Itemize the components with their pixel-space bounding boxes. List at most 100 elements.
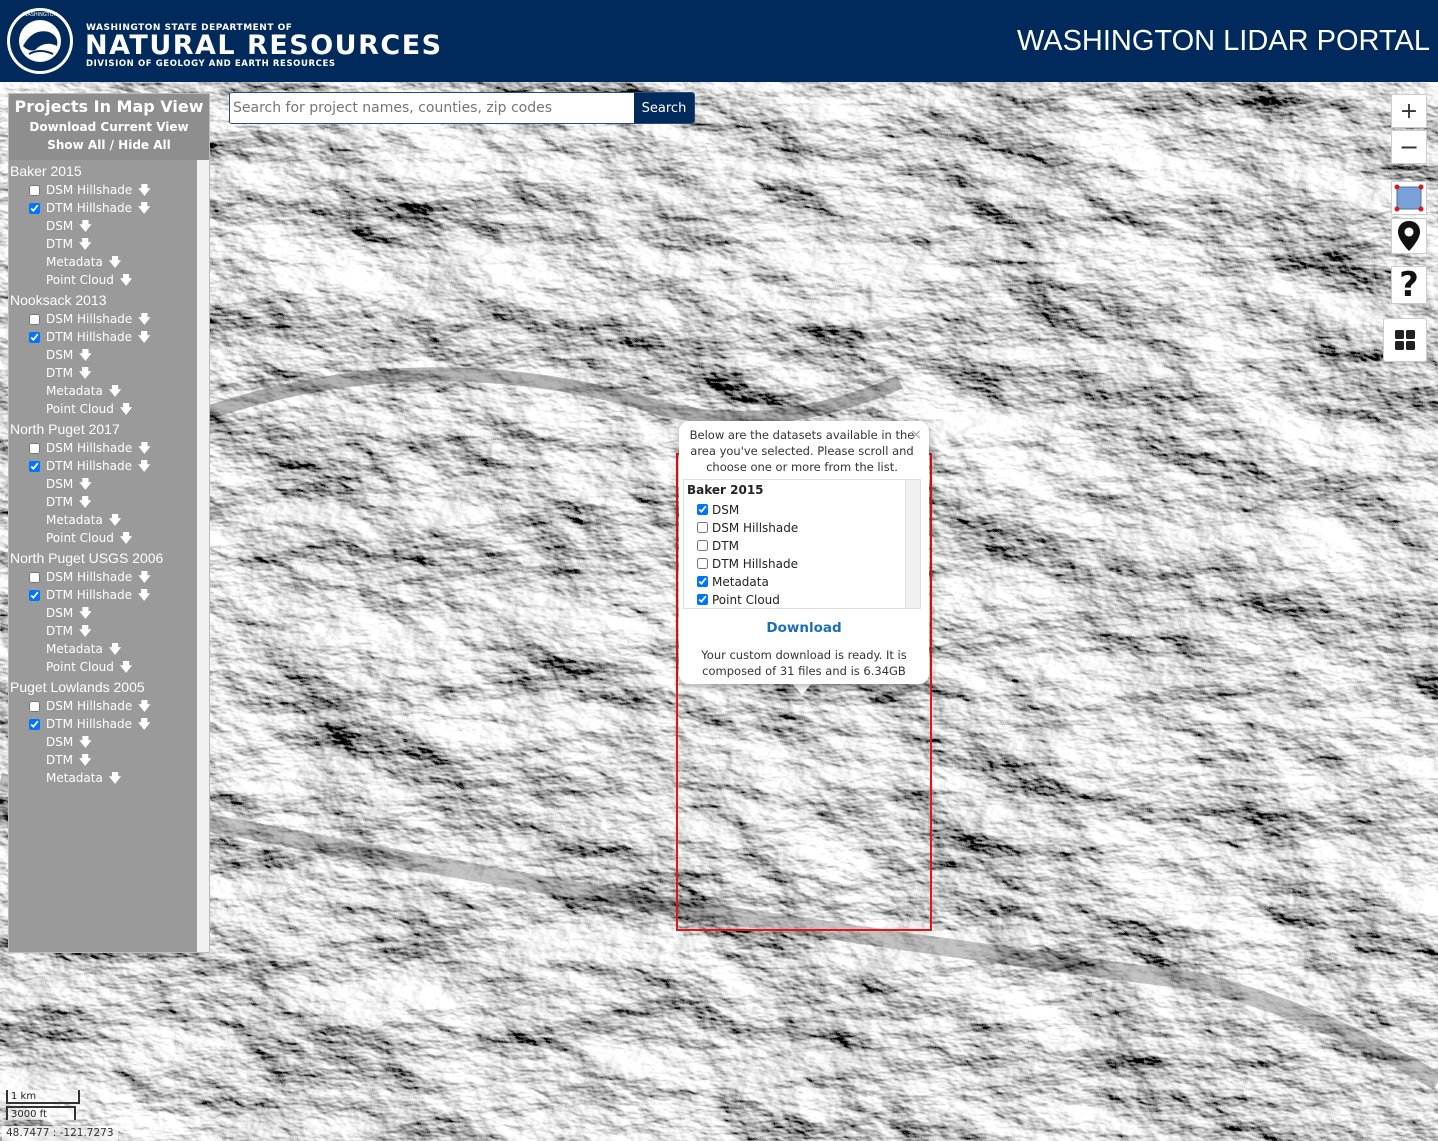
dataset-label-text: DTM [46, 495, 73, 509]
arrow-down-icon[interactable]: 🡇 [79, 217, 91, 235]
dataset-option-label: DTM Hillshade [712, 557, 798, 571]
arrow-down-icon[interactable]: 🡇 [138, 586, 150, 604]
dataset-row: DTM Hillshade 🡇 [9, 328, 197, 346]
dataset-row: DSM 🡇 [9, 346, 197, 364]
dataset-option-checkbox[interactable] [697, 576, 708, 587]
download-status-text: Your custom download is ready. It is com… [701, 648, 907, 678]
arrow-down-icon[interactable]: 🡇 [138, 715, 150, 733]
dataset-label: Metadata 🡇 [46, 253, 121, 271]
dataset-row: DSM 🡇 [9, 733, 197, 751]
arrow-down-icon[interactable]: 🡇 [138, 199, 150, 217]
dataset-row: DSM Hillshade 🡇 [9, 697, 197, 715]
dataset-row: Point Cloud 🡇 [9, 400, 197, 418]
place-marker-button[interactable] [1391, 218, 1427, 254]
dataset-label: DSM 🡇 [46, 604, 92, 622]
project-name: Puget Lowlands 2005 [10, 679, 145, 695]
popup-project-name: Baker 2015 [687, 483, 764, 497]
search-input[interactable] [230, 93, 637, 123]
dataset-row: DTM 🡇 [9, 493, 197, 511]
dataset-label-text: DSM Hillshade [46, 441, 133, 455]
arrow-down-icon[interactable]: 🡇 [120, 658, 132, 676]
dataset-row: DTM Hillshade 🡇 [9, 715, 197, 733]
layer-visibility-checkbox[interactable] [29, 572, 40, 583]
dataset-option-checkbox[interactable] [697, 522, 708, 533]
arrow-down-icon[interactable]: 🡇 [120, 529, 132, 547]
layer-visibility-checkbox[interactable] [29, 332, 40, 343]
dataset-option-label: DTM [712, 539, 739, 553]
dataset-label-text: Metadata [46, 642, 103, 656]
dataset-option-label: DSM Hillshade [712, 521, 799, 535]
layer-visibility-checkbox[interactable] [29, 185, 40, 196]
layer-visibility-checkbox[interactable] [29, 461, 40, 472]
arrow-down-icon[interactable]: 🡇 [138, 697, 150, 715]
arrow-down-icon[interactable]: 🡇 [79, 604, 91, 622]
dataset-label: DTM Hillshade 🡇 [46, 328, 150, 346]
projects-panel-title: Projects In Map View [14, 97, 204, 116]
arrow-down-icon[interactable]: 🡇 [138, 439, 150, 457]
dataset-option-checkbox[interactable] [697, 504, 708, 515]
dataset-label-text: DSM Hillshade [46, 312, 133, 326]
dataset-label-text: DTM [46, 237, 73, 251]
arrow-down-icon[interactable]: 🡇 [109, 382, 121, 400]
layer-visibility-checkbox[interactable] [29, 590, 40, 601]
arrow-down-icon[interactable]: 🡇 [109, 640, 121, 658]
dataset-row: DTM Hillshade 🡇 [9, 457, 197, 475]
download-current-view-link[interactable]: Download Current View [9, 118, 209, 136]
dnr-seal-logo[interactable]: WASHINGTON [5, 6, 75, 76]
arrow-down-icon[interactable]: 🡇 [79, 733, 91, 751]
svg-text:WASHINGTON: WASHINGTON [23, 12, 58, 18]
site-header: WASHINGTON WASHINGTON STATE DEPARTMENT O… [0, 0, 1438, 82]
dataset-option-checkbox[interactable] [697, 540, 708, 551]
dataset-row: DSM Hillshade 🡇 [9, 181, 197, 199]
dataset-row: DTM Hillshade 🡇 [9, 199, 197, 217]
dataset-label-text: DTM [46, 753, 73, 767]
draw-rectangle-button[interactable] [1391, 181, 1427, 215]
arrow-down-icon[interactable]: 🡇 [79, 346, 91, 364]
project-list-scrollbar[interactable] [197, 160, 209, 952]
arrow-down-icon[interactable]: 🡇 [109, 769, 121, 787]
dataset-list-scrollbar[interactable] [905, 480, 920, 608]
layer-visibility-checkbox[interactable] [29, 719, 40, 730]
arrow-down-icon[interactable]: 🡇 [138, 181, 150, 199]
dataset-option-checkbox[interactable] [697, 594, 708, 605]
zoom-in-button[interactable]: + [1391, 94, 1427, 128]
dataset-label: Point Cloud 🡇 [46, 271, 132, 289]
arrow-down-icon[interactable]: 🡇 [138, 310, 150, 328]
scale-bar-km: 1 km [6, 1090, 80, 1104]
layers-button[interactable] [1383, 318, 1427, 362]
project-name: North Puget 2017 [10, 421, 120, 437]
layer-visibility-checkbox[interactable] [29, 314, 40, 325]
arrow-down-icon[interactable]: 🡇 [79, 364, 91, 382]
arrow-down-icon[interactable]: 🡇 [79, 751, 91, 769]
help-button[interactable]: ? [1391, 265, 1427, 305]
dataset-label: DSM 🡇 [46, 217, 92, 235]
arrow-down-icon[interactable]: 🡇 [79, 235, 91, 253]
dataset-option-checkbox[interactable] [697, 558, 708, 569]
dataset-option-list[interactable]: Baker 2015 DSM DSM Hillshade DTM DTM Hillsh… [683, 479, 921, 609]
layer-visibility-checkbox[interactable] [29, 701, 40, 712]
search-button[interactable]: Search [634, 93, 694, 123]
dataset-label-text: DSM [46, 348, 74, 362]
arrow-down-icon[interactable]: 🡇 [79, 622, 91, 640]
dataset-label-text: DSM [46, 477, 74, 491]
download-button[interactable]: Download [679, 620, 929, 636]
project-list[interactable]: Baker 2015 DSM Hillshade 🡇 DTM Hillshade 🡇 DS… [9, 160, 197, 952]
arrow-down-icon[interactable]: 🡇 [120, 400, 132, 418]
dataset-row: DTM 🡇 [9, 364, 197, 382]
arrow-down-icon[interactable]: 🡇 [79, 475, 91, 493]
arrow-down-icon[interactable]: 🡇 [138, 457, 150, 475]
dataset-row: Point Cloud 🡇 [9, 658, 197, 676]
arrow-down-icon[interactable]: 🡇 [138, 328, 150, 346]
layer-visibility-checkbox[interactable] [29, 443, 40, 454]
arrow-down-icon[interactable]: 🡇 [109, 253, 121, 271]
show-hide-all-link[interactable]: Show All / Hide All [9, 136, 209, 154]
arrow-down-icon[interactable]: 🡇 [138, 568, 150, 586]
arrow-down-icon[interactable]: 🡇 [120, 271, 132, 289]
dataset-option-label: DSM [712, 503, 740, 517]
layer-visibility-checkbox[interactable] [29, 203, 40, 214]
arrow-down-icon[interactable]: 🡇 [109, 511, 121, 529]
zoom-out-button[interactable]: − [1391, 130, 1427, 164]
dataset-label-text: DTM Hillshade [46, 588, 132, 602]
dataset-label-text: Metadata [46, 255, 103, 269]
arrow-down-icon[interactable]: 🡇 [79, 493, 91, 511]
